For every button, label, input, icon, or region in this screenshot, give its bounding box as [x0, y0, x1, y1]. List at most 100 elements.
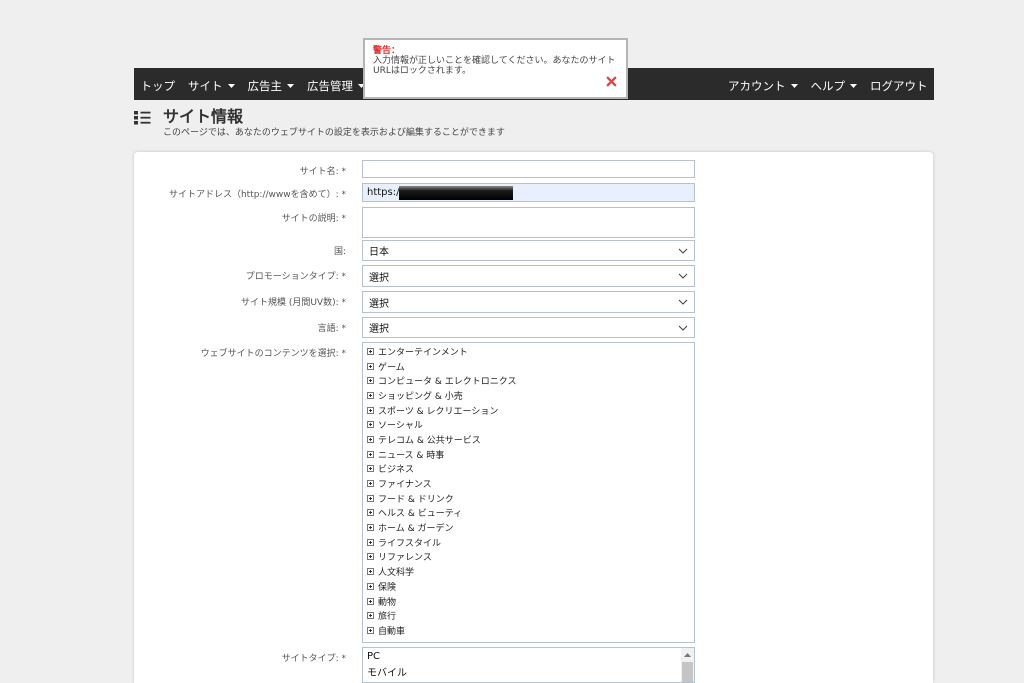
expand-plus-icon[interactable]	[367, 509, 374, 517]
tree-item-label: スポーツ & レクリエーション	[378, 406, 499, 417]
expand-plus-icon[interactable]	[367, 568, 374, 576]
scroll-up-button[interactable]	[681, 648, 694, 661]
language-select[interactable]: 選択	[362, 317, 695, 338]
tree-item[interactable]: 保険	[367, 579, 694, 594]
site-type-option[interactable]: PC	[367, 648, 694, 665]
expand-plus-icon[interactable]	[367, 582, 374, 590]
nav-item-site[interactable]: サイト	[182, 68, 242, 100]
tree-item-label: ファイナンス	[378, 480, 432, 491]
tree-item[interactable]: テレコム & 公共サービス	[367, 432, 694, 447]
nav-item-label: トップ	[140, 78, 176, 93]
expand-plus-icon[interactable]	[367, 435, 374, 443]
caret-down-icon	[227, 83, 235, 88]
tree-item[interactable]: リファレンス	[367, 550, 694, 565]
close-x-icon[interactable]	[606, 76, 617, 87]
expand-plus-icon[interactable]	[367, 362, 374, 370]
tree-item[interactable]: 動物	[367, 594, 694, 609]
expand-plus-icon[interactable]	[367, 524, 374, 532]
tree-item[interactable]: ライフスタイル	[367, 535, 694, 550]
expand-plus-icon[interactable]	[367, 377, 374, 385]
expand-plus-icon[interactable]	[367, 421, 374, 429]
scroll-up-arrow-icon	[684, 652, 691, 657]
nav-item-help[interactable]: ヘルプ	[804, 68, 864, 100]
chevron-down-icon	[678, 299, 688, 305]
tree-item[interactable]: 人文科学	[367, 564, 694, 579]
tree-item-label: 旅行	[378, 612, 397, 623]
listbox-scrollbar[interactable]	[681, 648, 694, 682]
site-url-label: サイトアドレス（http://wwwを含めて）: *	[168, 190, 346, 200]
tree-item[interactable]: ゲーム	[367, 359, 694, 374]
expand-plus-icon[interactable]	[367, 553, 374, 561]
promotion-type-label: プロモーションタイプ: *	[245, 272, 346, 282]
scrollbar-thumb[interactable]	[682, 662, 693, 682]
expand-plus-icon[interactable]	[367, 612, 374, 620]
tree-item[interactable]: スポーツ & レクリエーション	[367, 403, 694, 418]
expand-plus-icon[interactable]	[367, 480, 374, 488]
expand-plus-icon[interactable]	[367, 406, 374, 414]
nav-right-group: アカウント ヘルプ ログアウト	[722, 68, 935, 100]
tree-item-label: ヘルス & ビューティ	[378, 509, 463, 520]
site-type-option[interactable]: モバイル	[367, 665, 694, 682]
tree-item[interactable]: ショッピング & 小売	[367, 388, 694, 403]
nav-item-top[interactable]: トップ	[134, 68, 182, 100]
alert-title: 警告：	[373, 46, 401, 56]
chevron-down-icon	[678, 248, 688, 254]
page-title: サイト情報	[163, 107, 244, 126]
site-name-label: サイト名: *	[299, 167, 346, 177]
tree-item-label: 保険	[378, 582, 397, 593]
site-url-field[interactable]	[362, 183, 695, 202]
tree-item-label: ショッピング & 小売	[378, 391, 463, 402]
site-scale-select[interactable]: 選択	[362, 291, 695, 313]
alert-message: 入力情報が正しいことを確認してください。あなたのサイトURLはロックされます。	[373, 56, 616, 76]
tree-item[interactable]: エンターテインメント	[367, 344, 694, 359]
nav-item-label: ログアウト	[870, 78, 928, 93]
tree-item-label: 自動車	[378, 626, 406, 637]
redacted-mask	[399, 186, 513, 200]
tree-item-label: リファレンス	[378, 553, 432, 564]
site-type-label: サイトタイプ: *	[281, 654, 346, 664]
caret-down-icon	[287, 83, 294, 88]
nav-item-label: アカウント	[728, 78, 786, 93]
expand-plus-icon[interactable]	[367, 347, 374, 355]
tree-item[interactable]: ニュース & 時事	[367, 447, 694, 462]
expand-plus-icon[interactable]	[367, 626, 374, 634]
expand-plus-icon[interactable]	[367, 391, 374, 399]
chevron-down-icon	[678, 273, 688, 279]
site-scale-selected-value: 選択	[369, 298, 389, 310]
tree-item[interactable]: ソーシャル	[367, 417, 694, 432]
country-select[interactable]: 日本	[362, 240, 695, 261]
expand-plus-icon[interactable]	[367, 538, 374, 546]
language-label: 言語: *	[317, 324, 346, 334]
nav-item-logout[interactable]: ログアウト	[864, 68, 935, 100]
tree-item[interactable]: コンピュータ & エレクトロニクス	[367, 373, 694, 388]
nav-left-group: トップ サイト 広告主 広告管理	[134, 68, 372, 100]
caret-down-icon	[850, 83, 857, 88]
expand-plus-icon[interactable]	[367, 465, 374, 473]
nav-item-ad-management[interactable]: 広告管理	[301, 68, 372, 100]
expand-plus-icon[interactable]	[367, 597, 374, 605]
list-view-icon	[134, 111, 151, 125]
site-description-label: サイトの説明: *	[281, 214, 346, 224]
expand-plus-icon[interactable]	[367, 450, 374, 458]
tree-item-label: コンピュータ & エレクトロニクス	[378, 377, 517, 388]
promotion-type-select[interactable]: 選択	[362, 265, 695, 287]
site-description-textarea[interactable]	[362, 207, 695, 238]
nav-item-advertiser[interactable]: 広告主	[241, 68, 301, 100]
tree-item[interactable]: 旅行	[367, 608, 694, 623]
nav-item-account[interactable]: アカウント	[722, 68, 805, 100]
tree-item[interactable]: ホーム & ガーデン	[367, 520, 694, 535]
page-subtitle: このページでは、あなたのウェブサイトの設定を表示および編集することができます	[163, 128, 505, 138]
nav-item-label: 広告主	[247, 78, 283, 93]
tree-item[interactable]: フード & ドリンク	[367, 491, 694, 506]
site-name-input[interactable]	[362, 160, 695, 178]
tree-item[interactable]: ビジネス	[367, 462, 694, 477]
expand-plus-icon[interactable]	[367, 494, 374, 502]
site-type-listbox[interactable]: PC モバイル	[362, 647, 695, 683]
tree-item[interactable]: ファイナンス	[367, 476, 694, 491]
nav-item-label: 広告管理	[307, 78, 353, 93]
country-selected-value: 日本	[369, 247, 389, 258]
tree-item-label: フード & ドリンク	[378, 494, 454, 505]
tree-item-label: ゲーム	[378, 362, 405, 373]
tree-item[interactable]: ヘルス & ビューティ	[367, 506, 694, 521]
tree-item[interactable]: 自動車	[367, 623, 694, 638]
